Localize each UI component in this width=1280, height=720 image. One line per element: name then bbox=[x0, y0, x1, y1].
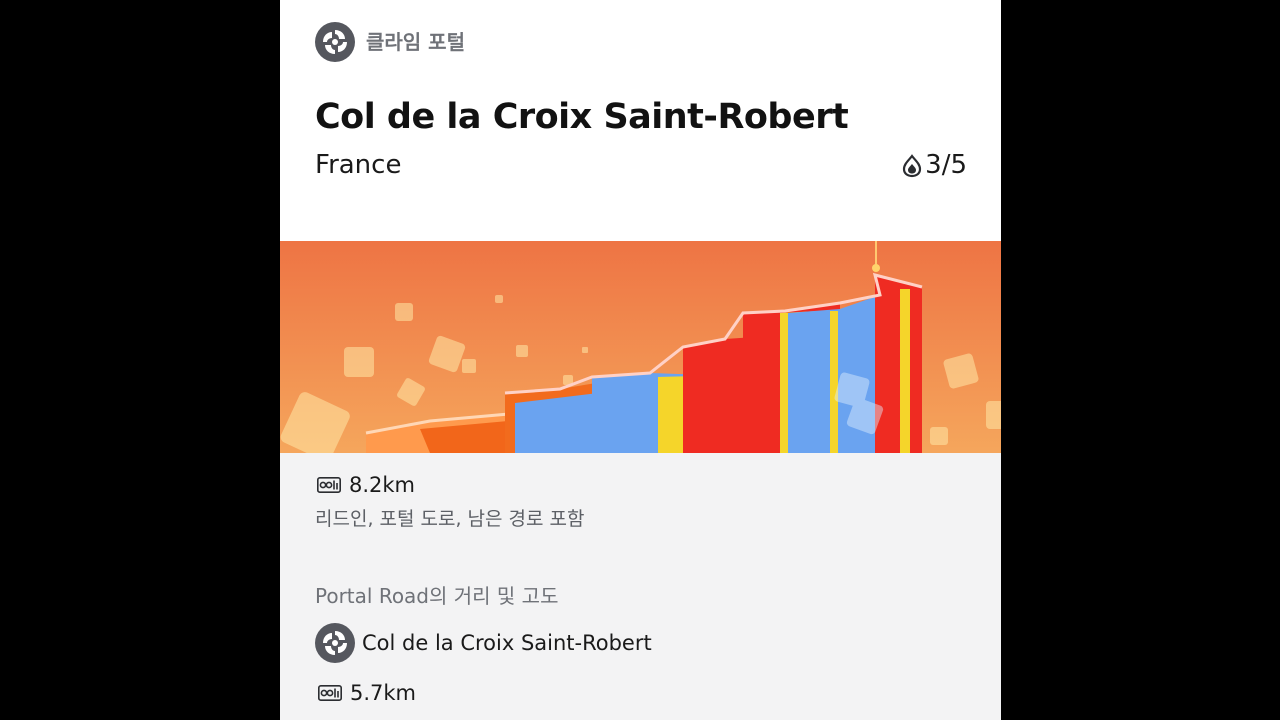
climb-country: France bbox=[315, 150, 402, 180]
climb-portal-swirl-icon bbox=[315, 623, 355, 663]
portal-road-name: Col de la Croix Saint-Robert bbox=[362, 631, 652, 655]
zigzag-road-illustration bbox=[280, 241, 1001, 453]
climb-portal-swirl-icon bbox=[315, 22, 355, 62]
distance-note: 리드인, 포털 도로, 남은 경로 포함 bbox=[315, 508, 585, 530]
portal-road-row[interactable]: Col de la Croix Saint-Robert bbox=[315, 623, 652, 663]
climb-portal-panel: 클라임 포털 Col de la Croix Saint-Robert Fran… bbox=[280, 0, 1001, 720]
climb-title: Col de la Croix Saint-Robert bbox=[315, 97, 849, 137]
portal-label: 클라임 포털 bbox=[366, 30, 465, 54]
portal-road-distance: 5.7km bbox=[350, 681, 417, 705]
section-title: Portal Road의 거리 및 고도 bbox=[315, 584, 559, 608]
distance-odometer-icon bbox=[318, 685, 342, 701]
climb-details: 8.2km 리드인, 포털 도로, 남은 경로 포함 Portal Road의 … bbox=[280, 453, 1001, 720]
flame-drop-icon bbox=[901, 153, 923, 178]
difficulty-rating: 3/5 bbox=[901, 148, 967, 182]
climb-header: 클라임 포털 Col de la Croix Saint-Robert Fran… bbox=[280, 0, 1001, 241]
distance-odometer-icon bbox=[317, 477, 341, 493]
total-distance-row: 8.2km bbox=[317, 471, 415, 499]
difficulty-value: 3/5 bbox=[925, 150, 967, 180]
total-distance: 8.2km bbox=[349, 473, 416, 497]
portal-road-distance-row: 5.7km bbox=[318, 679, 416, 707]
